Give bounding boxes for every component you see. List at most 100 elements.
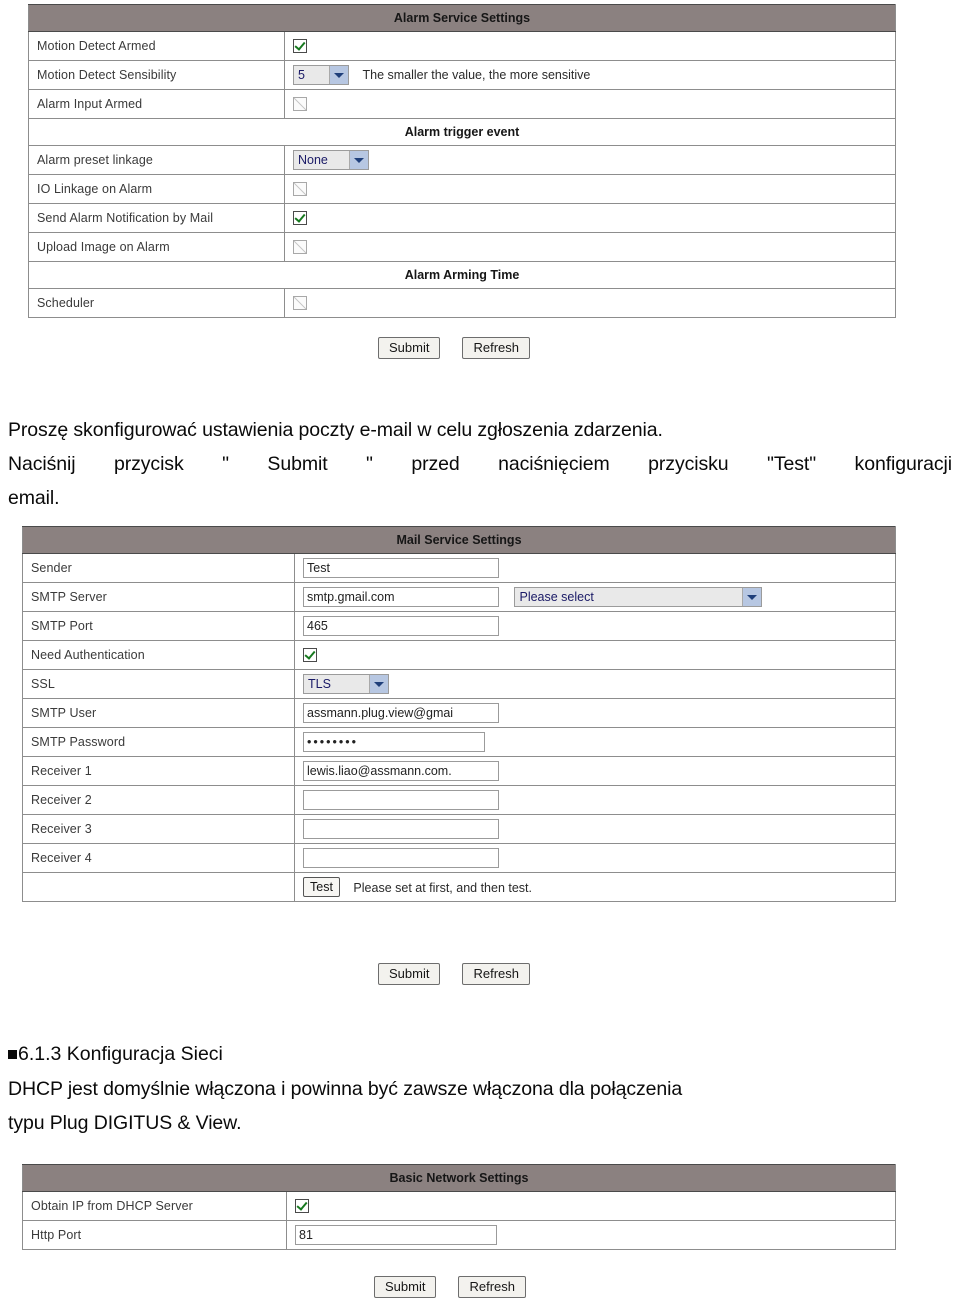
alarm-trigger-event-subheader-row: Alarm trigger event <box>28 118 896 146</box>
test-row-cell: Test Please set at first, and then test. <box>294 872 896 902</box>
mail-settings-header-row: Mail Service Settings <box>22 526 896 554</box>
network-submit-button[interactable]: Submit <box>374 1276 437 1298</box>
network-settings-title: Basic Network Settings <box>22 1164 896 1192</box>
sender-cell: Test <box>294 553 896 583</box>
receiver-3-label: Receiver 3 <box>22 814 295 844</box>
smtp-server-preset-value: Please select <box>519 590 594 604</box>
network-refresh-button[interactable]: Refresh <box>458 1276 526 1298</box>
test-row-label <box>22 872 295 902</box>
table-row: Http Port 81 <box>22 1220 896 1250</box>
table-row: Receiver 1 lewis.liao@assmann.com. <box>22 756 896 786</box>
motion-detect-armed-checkbox[interactable] <box>293 39 307 54</box>
upload-image-on-alarm-cell <box>284 232 896 262</box>
mail-service-settings-table: Mail Service Settings Sender Test SMTP S… <box>22 526 896 902</box>
io-linkage-on-alarm-checkbox[interactable] <box>293 182 307 197</box>
ssl-value: TLS <box>308 677 331 691</box>
scheduler-label: Scheduler <box>28 288 285 318</box>
table-row: Test Please set at first, and then test. <box>22 872 896 902</box>
alarm-preset-linkage-cell: None <box>284 145 896 175</box>
receiver-3-cell <box>294 814 896 844</box>
table-row: Motion Detect Sensibility 5 The smaller … <box>28 60 896 90</box>
alarm-settings-button-row: Submit Refresh <box>378 337 530 359</box>
table-row: IO Linkage on Alarm <box>28 174 896 204</box>
alarm-service-settings-table: Alarm Service Settings Motion Detect Arm… <box>28 4 896 318</box>
smtp-port-label: SMTP Port <box>22 611 295 641</box>
smtp-user-input[interactable]: assmann.plug.view@gmai <box>303 703 499 723</box>
motion-detect-sensibility-hint: The smaller the value, the more sensitiv… <box>362 68 591 82</box>
network-settings-button-row: Submit Refresh <box>374 1276 526 1298</box>
obtain-ip-from-dhcp-server-checkbox[interactable] <box>295 1199 309 1214</box>
http-port-label: Http Port <box>22 1220 287 1250</box>
section-heading-6-1-3: 6.1.3 Konfiguracja Sieci <box>8 1038 223 1070</box>
smtp-password-cell: •••••••• <box>294 727 896 757</box>
motion-detect-sensibility-select[interactable]: 5 <box>293 65 349 85</box>
chevron-down-icon <box>349 151 368 169</box>
chevron-down-icon <box>369 675 388 693</box>
need-authentication-label: Need Authentication <box>22 640 295 670</box>
obtain-ip-from-dhcp-server-label: Obtain IP from DHCP Server <box>22 1191 287 1221</box>
obtain-ip-from-dhcp-server-cell <box>286 1191 896 1221</box>
receiver-3-input[interactable] <box>303 819 499 839</box>
smtp-user-cell: assmann.plug.view@gmai <box>294 698 896 728</box>
instructions-line-1: Proszę skonfigurować ustawienia poczty e… <box>8 419 663 441</box>
chevron-down-icon <box>742 588 762 606</box>
table-row: Receiver 2 <box>22 785 896 815</box>
alarm-refresh-button[interactable]: Refresh <box>462 337 530 359</box>
receiver-1-cell: lewis.liao@assmann.com. <box>294 756 896 786</box>
smtp-port-cell: 465 <box>294 611 896 641</box>
alarm-trigger-event-title: Alarm trigger event <box>28 118 896 146</box>
http-port-input[interactable]: 81 <box>295 1225 497 1245</box>
table-row: SMTP Password •••••••• <box>22 727 896 757</box>
upload-image-on-alarm-checkbox[interactable] <box>293 240 307 255</box>
table-row: Send Alarm Notification by Mail <box>28 203 896 233</box>
alarm-settings-header-row: Alarm Service Settings <box>28 4 896 32</box>
send-alarm-notification-by-mail-cell <box>284 203 896 233</box>
motion-detect-sensibility-cell: 5 The smaller the value, the more sensit… <box>284 60 896 90</box>
receiver-2-label: Receiver 2 <box>22 785 295 815</box>
ssl-select[interactable]: TLS <box>303 674 389 694</box>
sender-input[interactable]: Test <box>303 558 499 578</box>
smtp-password-input[interactable]: •••••••• <box>303 732 485 752</box>
test-button[interactable]: Test <box>303 877 340 897</box>
smtp-user-label: SMTP User <box>22 698 295 728</box>
http-port-cell: 81 <box>286 1220 896 1250</box>
smtp-server-input[interactable]: smtp.gmail.com <box>303 587 499 607</box>
mail-settings-title: Mail Service Settings <box>22 526 896 554</box>
alarm-input-armed-checkbox[interactable] <box>293 97 307 112</box>
need-authentication-checkbox[interactable] <box>303 648 317 663</box>
alarm-arming-time-title: Alarm Arming Time <box>28 261 896 289</box>
alarm-preset-linkage-value: None <box>298 153 328 167</box>
ssl-label: SSL <box>22 669 295 699</box>
alarm-preset-linkage-select[interactable]: None <box>293 150 369 170</box>
alarm-submit-button[interactable]: Submit <box>378 337 441 359</box>
basic-network-settings-table: Basic Network Settings Obtain IP from DH… <box>22 1164 896 1250</box>
table-row: Alarm Input Armed <box>28 89 896 119</box>
network-instructions-line-1: DHCP jest domyślnie włączona i powinna b… <box>8 1078 683 1100</box>
send-alarm-notification-by-mail-label: Send Alarm Notification by Mail <box>28 203 285 233</box>
need-authentication-cell <box>294 640 896 670</box>
receiver-4-label: Receiver 4 <box>22 843 295 873</box>
smtp-port-input[interactable]: 465 <box>303 616 499 636</box>
receiver-2-cell <box>294 785 896 815</box>
motion-detect-sensibility-value: 5 <box>298 68 305 82</box>
network-instructions-line-2: typu Plug DIGITUS & View. <box>8 1112 242 1134</box>
mail-submit-button[interactable]: Submit <box>378 963 441 985</box>
network-settings-header-row: Basic Network Settings <box>22 1164 896 1192</box>
table-row: SMTP User assmann.plug.view@gmai <box>22 698 896 728</box>
table-row: SSL TLS <box>22 669 896 699</box>
mail-settings-button-row: Submit Refresh <box>378 963 530 985</box>
mail-refresh-button[interactable]: Refresh <box>462 963 530 985</box>
table-row: Need Authentication <box>22 640 896 670</box>
smtp-server-preset-select[interactable]: Please select <box>514 587 763 607</box>
table-row: Receiver 4 <box>22 843 896 873</box>
receiver-2-input[interactable] <box>303 790 499 810</box>
receiver-1-input[interactable]: lewis.liao@assmann.com. <box>303 761 499 781</box>
receiver-4-cell <box>294 843 896 873</box>
receiver-4-input[interactable] <box>303 848 499 868</box>
send-alarm-notification-by-mail-checkbox[interactable] <box>293 211 307 226</box>
scheduler-checkbox[interactable] <box>293 296 307 311</box>
table-row: Scheduler <box>28 288 896 318</box>
table-row: SMTP Server smtp.gmail.com Please select <box>22 582 896 612</box>
instructions-line-2: Naciśnij przycisk " Submit " przed naciś… <box>8 453 952 475</box>
motion-detect-sensibility-label: Motion Detect Sensibility <box>28 60 285 90</box>
